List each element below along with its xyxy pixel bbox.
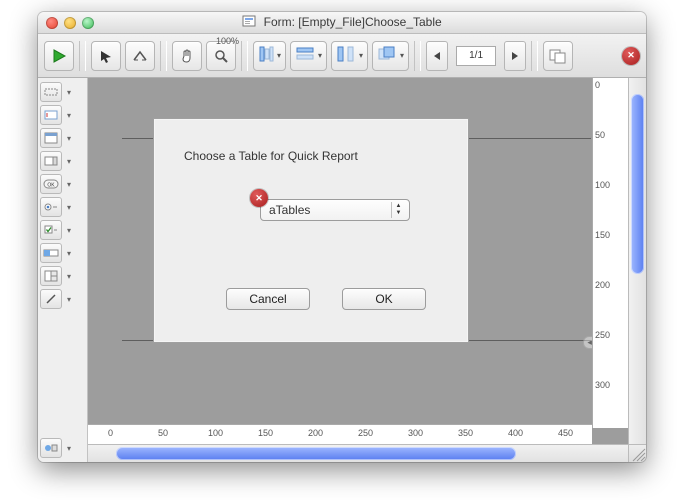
horizontal-scrollbar[interactable]	[88, 444, 628, 462]
separator	[414, 41, 421, 71]
chevron-down-icon[interactable]: ▾	[64, 151, 74, 171]
ruler-tick: 150	[595, 230, 610, 240]
distribute-icon[interactable]	[295, 45, 315, 66]
ok-button[interactable]: OK	[342, 288, 426, 310]
chevron-down-icon[interactable]: ▾	[400, 51, 404, 60]
separator	[160, 41, 167, 71]
ruler-tick: 300	[595, 380, 610, 390]
prev-page-button[interactable]	[426, 41, 448, 71]
checkbox-tool[interactable]	[40, 220, 62, 240]
ruler-tick: 50	[158, 428, 168, 438]
vertical-ruler: 0 50 100 150 200 250 300	[592, 78, 628, 428]
align-left-icon[interactable]	[258, 44, 274, 67]
form-dialog[interactable]: Choose a Table for Quick Report ✕ aTable…	[153, 118, 469, 343]
chevron-down-icon[interactable]: ▾	[64, 174, 74, 194]
ruler-tick: 250	[595, 330, 610, 340]
dialog-prompt: Choose a Table for Quick Report	[184, 149, 358, 163]
align-group: ▾	[253, 41, 286, 71]
toolbar: 100% ▾ ▾ ▾ ▾ 1/1 ✕	[38, 34, 646, 78]
window-controls	[46, 17, 94, 29]
ruler-tick: 0	[108, 428, 113, 438]
resize-corner[interactable]	[628, 444, 646, 462]
radio-tool[interactable]	[40, 197, 62, 217]
form-icon	[242, 14, 256, 31]
level-icon[interactable]	[377, 45, 397, 66]
distribute-group: ▾	[290, 41, 327, 71]
error-badge-icon[interactable]: ✕	[622, 47, 640, 65]
zoom-icon[interactable]	[82, 17, 94, 29]
object-palette: ▾ ▾ ▾ ▾ OK ▾ ▾ ▾ ▾ ▾ ▾ ▾	[38, 78, 88, 462]
combo-tool[interactable]	[40, 151, 62, 171]
spacing-group: ▾	[331, 41, 368, 71]
canvas[interactable]: Choose a Table for Quick Report ✕ aTable…	[88, 78, 646, 462]
ruler-tick: 250	[358, 428, 373, 438]
page-indicator[interactable]: 1/1	[456, 46, 496, 66]
ruler-tick: 50	[595, 130, 605, 140]
hand-tool[interactable]	[172, 41, 202, 71]
stepper-tool[interactable]	[40, 266, 62, 286]
stepper-arrows-icon[interactable]: ▲▼	[391, 202, 405, 218]
cancel-button[interactable]: Cancel	[226, 288, 310, 310]
selection-tool[interactable]	[40, 82, 62, 102]
error-badge-icon[interactable]: ✕	[250, 189, 268, 207]
ruler-tick: 200	[595, 280, 610, 290]
svg-text:OK: OK	[47, 183, 55, 189]
ruler-tick: 350	[458, 428, 473, 438]
tables-combobox[interactable]: aTables ▲▼	[260, 199, 410, 221]
chevron-down-icon[interactable]: ▾	[64, 438, 74, 458]
chevron-down-icon[interactable]: ▾	[277, 51, 281, 60]
button-tool[interactable]: OK	[40, 174, 62, 194]
minimize-icon[interactable]	[64, 17, 76, 29]
views-button[interactable]	[543, 41, 573, 71]
level-group: ▾	[372, 41, 409, 71]
spacer	[40, 312, 85, 435]
plugin-tool[interactable]	[40, 438, 62, 458]
separator	[79, 41, 86, 71]
chevron-down-icon[interactable]: ▾	[64, 243, 74, 263]
ruler-tick: 450	[558, 428, 573, 438]
combobox-value: aTables	[269, 203, 310, 217]
shape-tool[interactable]	[40, 289, 62, 309]
chevron-down-icon[interactable]: ▾	[318, 51, 322, 60]
next-page-button[interactable]	[504, 41, 526, 71]
spacing-icon[interactable]	[336, 45, 356, 66]
entry-order-tool[interactable]	[125, 41, 155, 71]
content: ▾ ▾ ▾ ▾ OK ▾ ▾ ▾ ▾ ▾ ▾ ▾ Choose a Table f…	[38, 78, 646, 462]
chevron-down-icon[interactable]: ▾	[359, 51, 363, 60]
window-title: Form: [Empty_File]Choose_Table	[38, 14, 646, 31]
close-icon[interactable]	[46, 17, 58, 29]
text-input-tool[interactable]	[40, 105, 62, 125]
separator	[241, 41, 248, 71]
scroll-thumb[interactable]	[116, 447, 516, 460]
zoom-level-label: 100%	[216, 36, 239, 46]
chevron-down-icon[interactable]: ▾	[64, 289, 74, 309]
chevron-down-icon[interactable]: ▾	[64, 197, 74, 217]
list-tool[interactable]	[40, 128, 62, 148]
ruler-tick: 100	[595, 180, 610, 190]
ruler-tick: 150	[258, 428, 273, 438]
form-editor-window: Form: [Empty_File]Choose_Table 100% ▾ ▾	[38, 12, 646, 462]
separator	[531, 41, 538, 71]
horizontal-ruler: 0 50 100 150 200 250 300 350 400 450	[88, 424, 592, 444]
chevron-down-icon[interactable]: ▾	[64, 82, 74, 102]
progress-tool[interactable]	[40, 243, 62, 263]
chevron-down-icon[interactable]: ▾	[64, 220, 74, 240]
scroll-thumb[interactable]	[631, 94, 644, 274]
ruler-tick: 100	[208, 428, 223, 438]
dialog-inner: Choose a Table for Quick Report ✕ aTable…	[156, 121, 450, 324]
window-title-text: Form: [Empty_File]Choose_Table	[264, 15, 442, 29]
run-button[interactable]	[44, 41, 74, 71]
vertical-scrollbar[interactable]	[628, 78, 646, 444]
chevron-down-icon[interactable]: ▾	[64, 266, 74, 286]
titlebar: Form: [Empty_File]Choose_Table	[38, 12, 646, 34]
ruler-tick: 300	[408, 428, 423, 438]
ruler-tick: 0	[595, 80, 600, 90]
chevron-down-icon[interactable]: ▾	[64, 105, 74, 125]
chevron-down-icon[interactable]: ▾	[64, 128, 74, 148]
pointer-tool[interactable]	[91, 41, 121, 71]
ruler-tick: 200	[308, 428, 323, 438]
ruler-tick: 400	[508, 428, 523, 438]
